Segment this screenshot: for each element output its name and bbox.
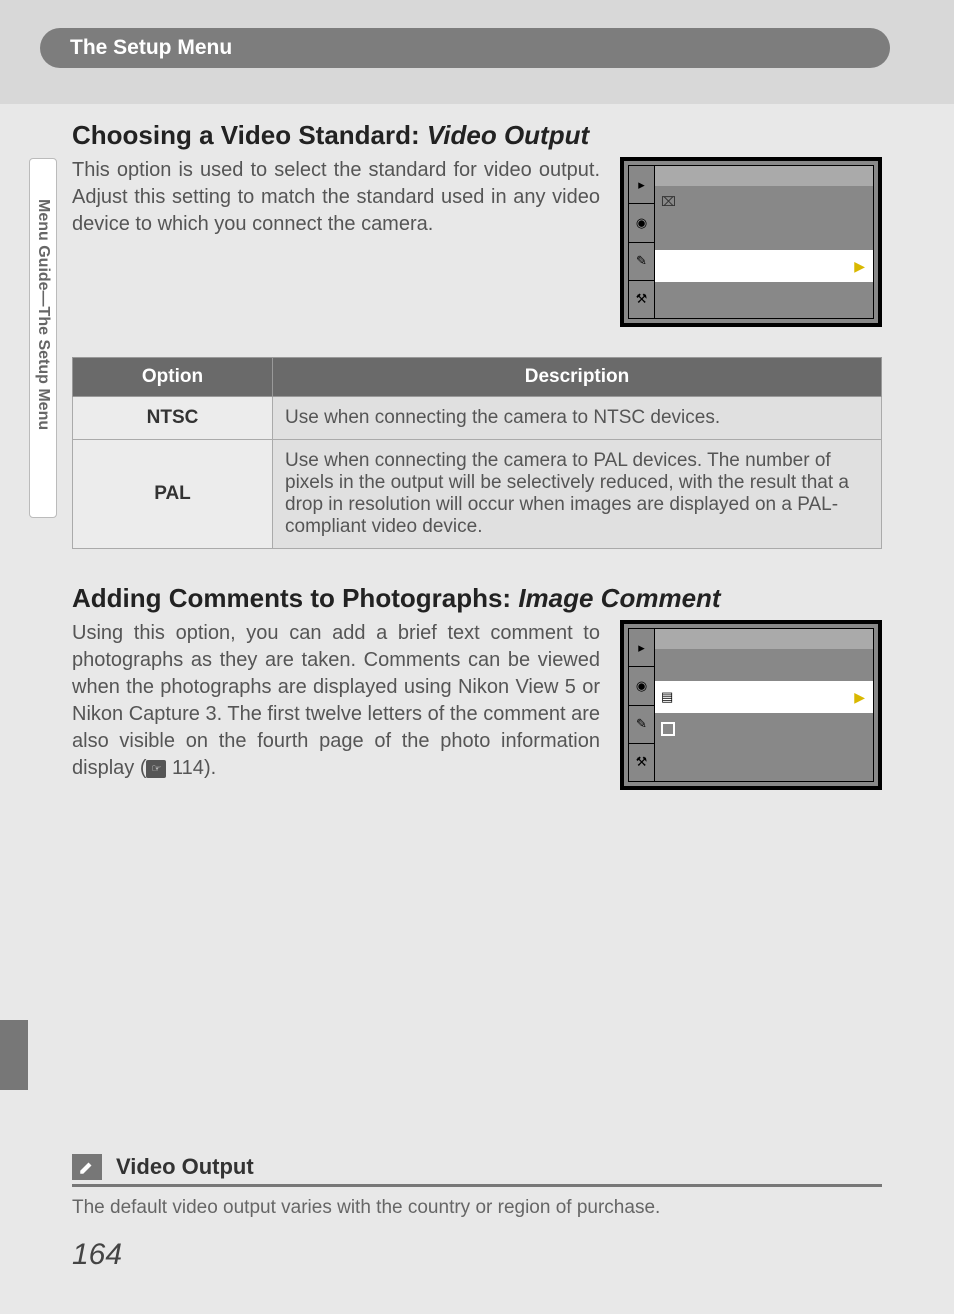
lcd-menu-row: [655, 713, 873, 745]
pencil-icon: ✎: [629, 243, 654, 281]
section-title-plain: Choosing a Video Standard:: [72, 120, 427, 150]
lcd-tab-column: ▸ ◉ ✎ ⚒: [629, 166, 655, 318]
lcd-menu-row: ⌧: [655, 186, 873, 218]
section1-intro: This option is used to select the standa…: [72, 157, 600, 238]
section-title-plain: Adding Comments to Photographs:: [72, 583, 518, 613]
section-title-italic: Image Comment: [518, 583, 720, 613]
section-title-italic: Video Output: [427, 120, 589, 150]
lcd-screenshot-image-comment: ▸ ◉ ✎ ⚒ ▤▶: [620, 620, 882, 790]
checkbox-icon: [661, 722, 675, 736]
lcd-menu-header: [655, 166, 873, 186]
side-guide-label: Menu Guide—The Setup Menu: [29, 158, 57, 518]
pencil-note-icon: [72, 1154, 102, 1180]
page-reference-icon: ☞: [146, 760, 166, 778]
page-number: 164: [72, 1238, 122, 1272]
pencil-icon: ✎: [629, 706, 654, 744]
card-icon: ▤: [661, 689, 673, 705]
table-head-description: Description: [273, 358, 882, 397]
table-row: PAL Use when connecting the camera to PA…: [73, 440, 882, 549]
table-head-option: Option: [73, 358, 273, 397]
playback-icon: ▸: [629, 166, 654, 204]
section-title-image-comment: Adding Comments to Photographs: Image Co…: [72, 583, 882, 614]
chapter-tab-label: The Setup Menu: [70, 36, 232, 60]
chevron-right-icon: ▶: [854, 258, 865, 275]
footnote-body: The default video output varies with the…: [72, 1197, 882, 1219]
description-cell: Use when connecting the camera to PAL de…: [273, 440, 882, 549]
lcd-menu-header: [655, 629, 873, 649]
section2-intro: Using this option, you can add a brief t…: [72, 620, 600, 782]
chevron-right-icon: ▶: [854, 689, 865, 706]
lcd-menu-row: [655, 745, 873, 777]
table-row: NTSC Use when connecting the camera to N…: [73, 397, 882, 440]
description-cell: Use when connecting the camera to NTSC d…: [273, 397, 882, 440]
option-cell: PAL: [73, 440, 273, 549]
lcd-menu-row-highlight: ▤▶: [655, 681, 873, 713]
camera-icon: ◉: [629, 667, 654, 705]
lcd-menu-row: [655, 218, 873, 250]
lcd-menu-row: [655, 282, 873, 314]
lcd-menu-row: [655, 649, 873, 681]
chapter-tab: The Setup Menu: [40, 28, 890, 68]
setup-icon: ⚒: [629, 744, 654, 781]
thumb-index-marker: [0, 1020, 28, 1090]
footnote-box: Video Output The default video output va…: [72, 1154, 882, 1219]
section-title-video-output: Choosing a Video Standard: Video Output: [72, 120, 882, 151]
lcd-screenshot-video-output: ▸ ◉ ✎ ⚒ ⌧ ▶: [620, 157, 882, 327]
lcd-menu-row-highlight: ▶: [655, 250, 873, 282]
footnote-title: Video Output: [116, 1154, 254, 1180]
date-icon: ⌧: [661, 194, 676, 210]
playback-icon: ▸: [629, 629, 654, 667]
setup-icon: ⚒: [629, 281, 654, 318]
options-table: Option Description NTSC Use when connect…: [72, 357, 882, 549]
option-cell: NTSC: [73, 397, 273, 440]
lcd-tab-column: ▸ ◉ ✎ ⚒: [629, 629, 655, 781]
camera-icon: ◉: [629, 204, 654, 242]
